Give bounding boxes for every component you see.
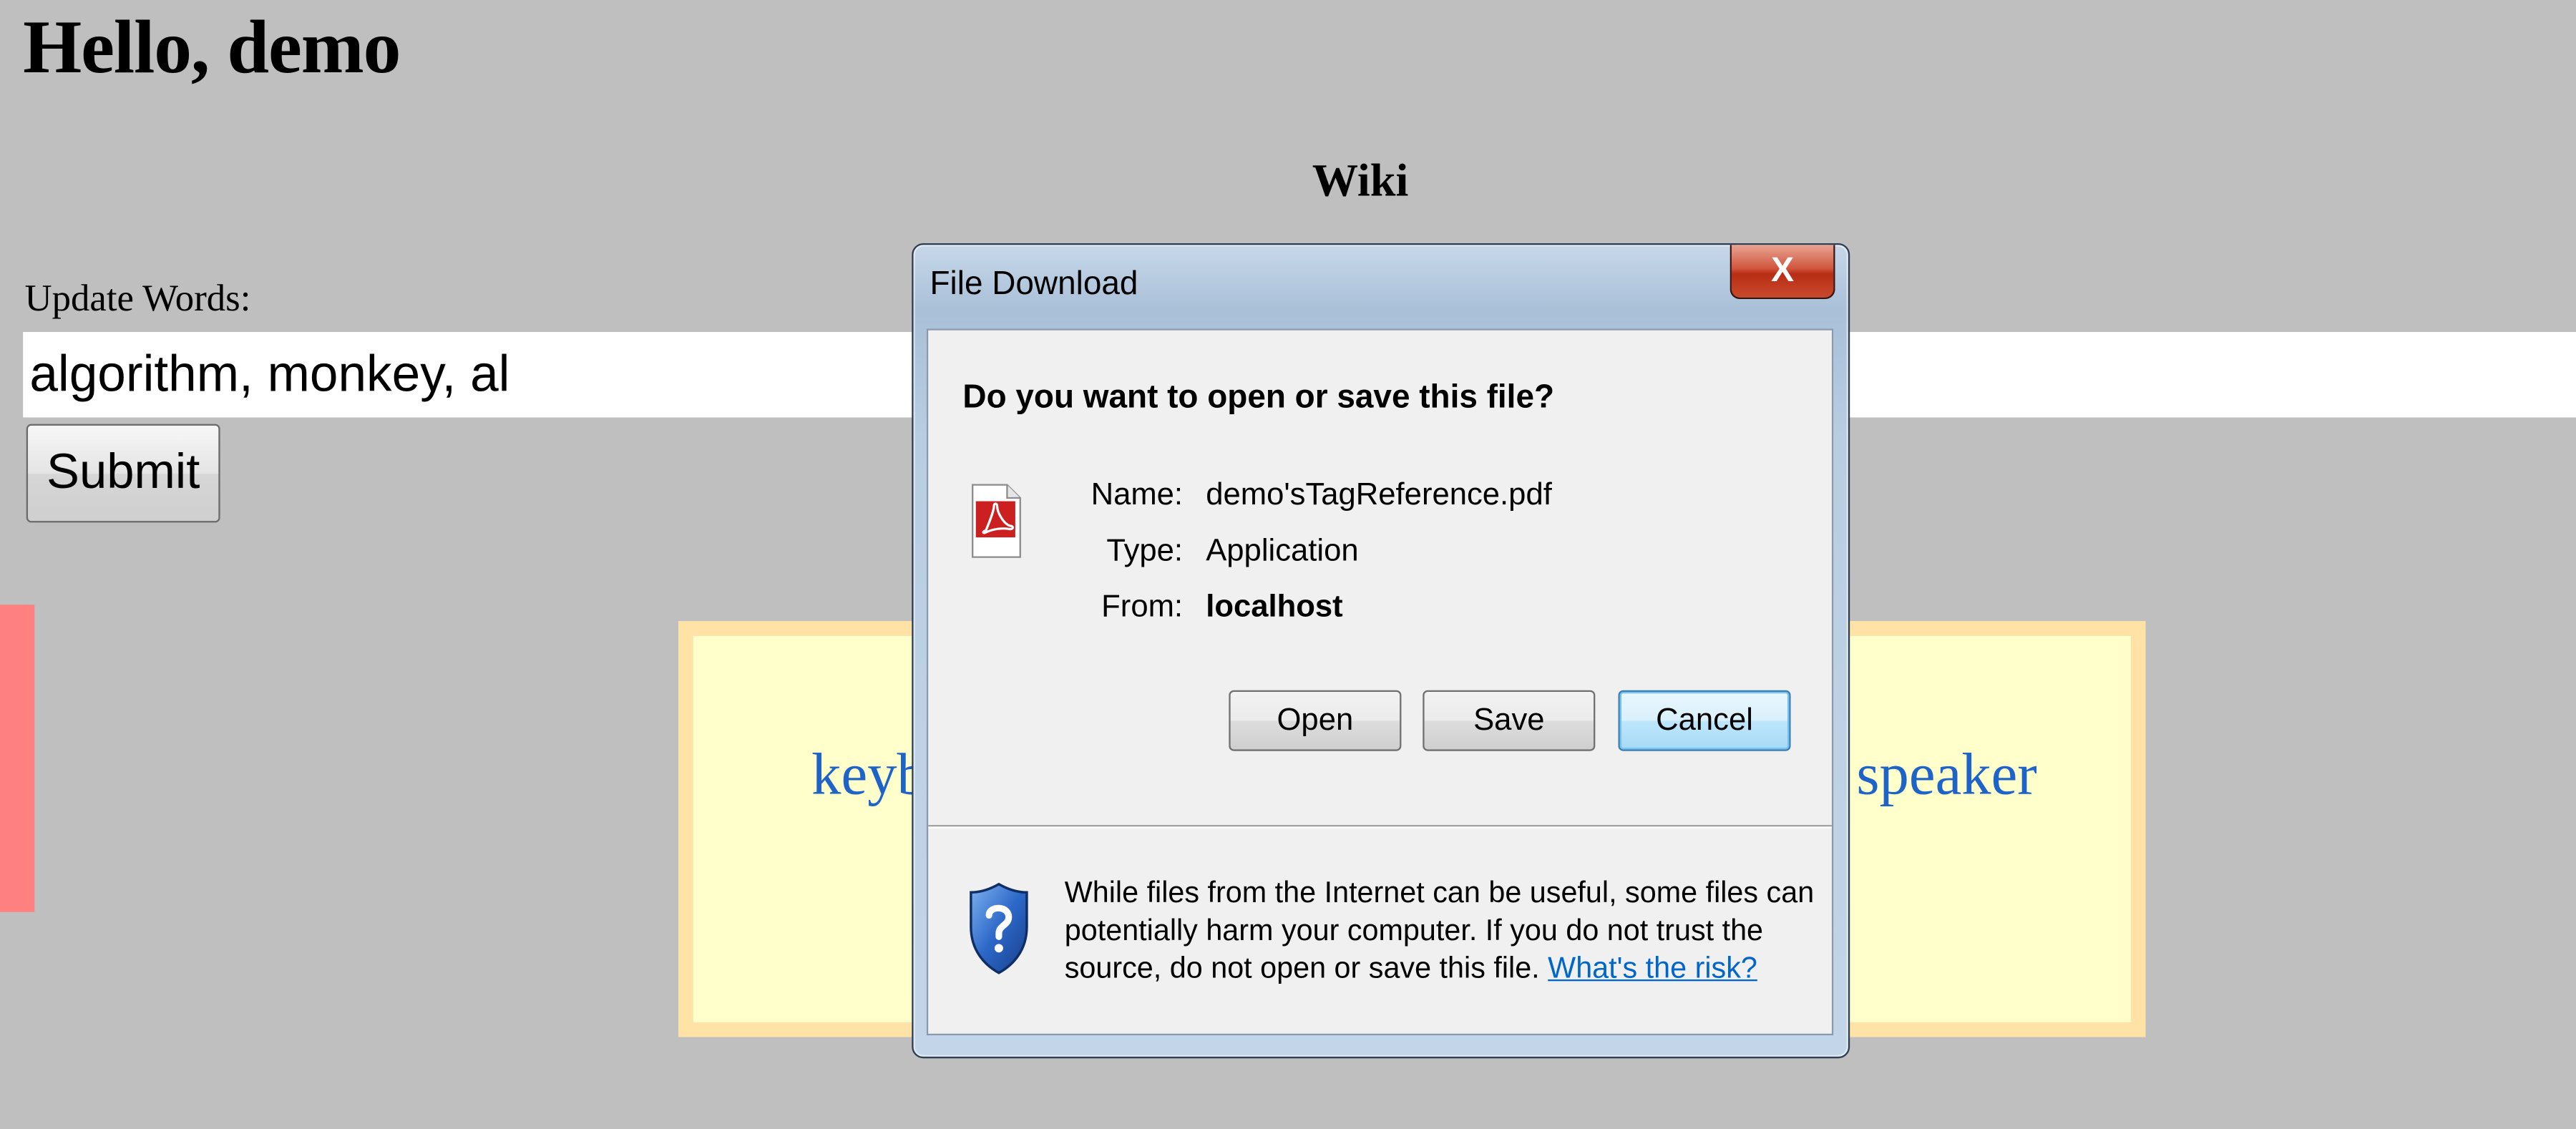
save-button[interactable]: Save	[1423, 690, 1596, 751]
tag-link-speaker[interactable]: speaker	[1856, 740, 2036, 808]
open-button[interactable]: Open	[1229, 690, 1402, 751]
name-value: demo'sTagReference.pdf	[1206, 478, 1552, 513]
page-canvas: Hello, demo Wiki Update Words: Submit ke…	[0, 0, 2576, 1129]
cancel-button[interactable]: Cancel	[1618, 690, 1791, 751]
dialog-question: Do you want to open or save this file?	[962, 379, 1555, 416]
greeting-heading: Hello, demo	[23, 4, 401, 89]
whats-the-risk-link[interactable]: What's the risk?	[1548, 952, 1757, 984]
shield-question-icon	[970, 882, 1028, 974]
update-words-label: Update Words:	[24, 278, 251, 319]
dialog-body: Do you want to open or save this file? N…	[926, 328, 1834, 1036]
security-warning: While files from the Internet can be use…	[1065, 874, 1820, 987]
from-value: localhost	[1206, 590, 1343, 625]
type-value: Application	[1206, 534, 1359, 569]
close-icon: X	[1770, 251, 1795, 290]
type-label: Type:	[1106, 534, 1184, 569]
close-button[interactable]: X	[1729, 245, 1835, 300]
dialog-title: File Download	[930, 266, 1138, 303]
submit-button[interactable]: Submit	[26, 424, 220, 523]
wiki-title: Wiki	[1312, 156, 1409, 207]
dialog-divider	[928, 825, 1832, 829]
side-bar-marker	[0, 605, 35, 912]
name-label: Name:	[1091, 478, 1184, 513]
tag-link-keyboard[interactable]: keyb	[811, 740, 927, 808]
from-label: From:	[1101, 590, 1184, 625]
file-download-dialog: File Download X Do you want to open or s…	[912, 243, 1850, 1059]
